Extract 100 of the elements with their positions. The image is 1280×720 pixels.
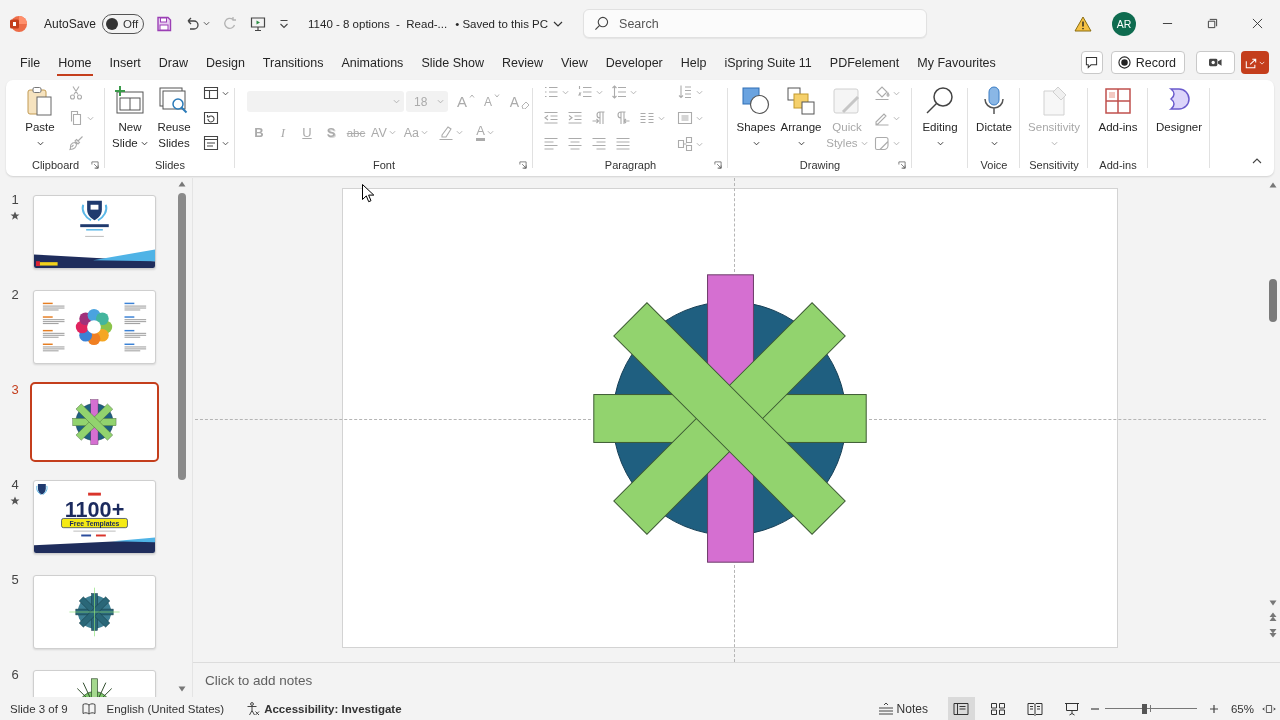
dictate-button[interactable]: Dictate (973, 85, 1015, 151)
shapes-icon (740, 85, 772, 117)
ribbon-tab[interactable]: Help (671, 49, 716, 76)
caret-icon (421, 130, 429, 135)
dialog-launcher-icon[interactable] (91, 161, 99, 169)
group-label: Drawing (799, 159, 841, 171)
highlighter-icon (438, 124, 455, 141)
restore-icon[interactable] (1207, 18, 1218, 29)
scroll-down-icon[interactable] (178, 686, 186, 692)
caret-icon[interactable] (222, 140, 229, 146)
scroll-down-icon[interactable] (1269, 600, 1277, 607)
ribbon-tab[interactable]: Review (492, 49, 552, 76)
layout-icon[interactable] (203, 85, 219, 101)
editing-button[interactable]: Editing (918, 85, 962, 151)
group-label: Slides (155, 159, 185, 171)
scrollbar-thumb[interactable] (178, 193, 186, 480)
zoom-slider-thumb[interactable] (1141, 703, 1147, 714)
share-button[interactable] (1241, 51, 1269, 74)
caret-up-icon (469, 94, 475, 98)
speech-bubble-icon (1085, 56, 1099, 69)
slide-number: 4 (11, 477, 19, 492)
notes-button[interactable]: Notes (877, 701, 928, 716)
document-title-button[interactable]: 1140 - 8 options - Read-... • Saved to this PC (308, 17, 564, 30)
ribbon-tab[interactable]: Developer (596, 49, 672, 76)
slide-thumbnail[interactable] (30, 382, 159, 462)
save-icon[interactable] (156, 15, 173, 32)
video-call-icon (1208, 56, 1223, 69)
caret-icon (393, 99, 400, 104)
record-button[interactable]: Record (1110, 51, 1185, 74)
presentation-screen-icon[interactable] (250, 15, 267, 32)
designer-button[interactable]: Designer (1151, 85, 1207, 135)
caret-down-icon (494, 94, 500, 98)
meeting-button[interactable] (1196, 51, 1235, 74)
close-icon[interactable] (1252, 18, 1263, 29)
group-label: Add-ins (1099, 159, 1137, 171)
open-book-icon[interactable] (81, 701, 96, 716)
zoom-level[interactable]: 65% (1230, 702, 1254, 715)
ribbon-tab[interactable]: iSpring Suite 11 (715, 49, 821, 76)
app-logo-icon[interactable] (9, 14, 27, 33)
eraser-icon (521, 100, 531, 109)
caret-icon[interactable] (222, 90, 229, 96)
ribbon-tab[interactable]: Design (196, 49, 254, 76)
collapse-ribbon-icon[interactable] (1252, 158, 1262, 164)
reset-icon[interactable] (203, 110, 219, 126)
ribbon-tab[interactable]: My Favourites (908, 49, 1005, 76)
caret-icon (1259, 60, 1265, 65)
ribbon-tab[interactable]: PDFelement (820, 49, 909, 76)
new-slide-button[interactable]: New Slide (109, 85, 151, 151)
crossed-bars-drawing[interactable] (592, 274, 867, 563)
new-slide-icon (114, 85, 146, 117)
ribbon-tab[interactable]: Animations (332, 49, 413, 76)
book-view-icon (1027, 701, 1044, 716)
next-slide-icon[interactable] (1269, 628, 1277, 639)
projector-screen-icon (1064, 701, 1081, 716)
grid-view-icon (990, 701, 1007, 716)
autosave-label: AutoSave (44, 16, 97, 31)
user-avatar[interactable]: AR (1112, 11, 1136, 36)
slide-number: 3 (11, 382, 19, 397)
arrange-button[interactable]: Arrange (778, 85, 824, 151)
caret-icon (437, 99, 444, 104)
scroll-up-icon[interactable] (178, 181, 186, 187)
ribbon-tab[interactable]: Insert (100, 49, 150, 76)
add-ins-button[interactable]: Add-ins (1092, 85, 1144, 135)
ribbon-tab[interactable]: View (551, 49, 597, 76)
caret-icon[interactable] (203, 21, 211, 26)
paste-button[interactable]: Paste (22, 85, 58, 151)
ribbon-tab[interactable]: File (11, 49, 50, 76)
caret-icon (456, 130, 464, 135)
warning-icon[interactable] (1074, 15, 1092, 32)
alignment-guide[interactable] (734, 565, 735, 663)
ribbon-tab[interactable]: Draw (149, 49, 197, 76)
slide-number: 5 (11, 572, 19, 587)
scrollbar-thumb[interactable] (1269, 279, 1277, 322)
normal-view-icon (953, 701, 970, 716)
ribbon-tab[interactable]: Transitions (253, 49, 333, 76)
group-label: Sensitivity (1029, 159, 1079, 171)
ribbon-tab[interactable]: Slide Show (412, 49, 493, 76)
dialog-launcher-icon[interactable] (714, 161, 722, 169)
comments-button[interactable] (1080, 51, 1103, 74)
previous-slide-icon[interactable] (1269, 612, 1277, 623)
zoom-in-icon[interactable] (1208, 703, 1219, 714)
reuse-slides-button[interactable]: Reuse Slides (153, 85, 195, 151)
section-icon[interactable] (203, 135, 219, 151)
customize-toolbar-icon[interactable] (278, 17, 291, 30)
slide-canvas[interactable] (341, 188, 1118, 649)
shapes-button[interactable]: Shapes (734, 85, 778, 151)
notes-field[interactable]: Click to add notes (193, 664, 1280, 697)
accessibility-status[interactable]: Accessibility: Investigate (264, 702, 402, 715)
dialog-launcher-icon[interactable] (519, 161, 527, 169)
search-field[interactable]: Search (583, 9, 928, 38)
dialog-launcher-icon[interactable] (898, 161, 906, 169)
scroll-up-icon[interactable] (1269, 182, 1277, 188)
normal-view-button[interactable] (947, 697, 975, 720)
grid-icon (1102, 85, 1134, 117)
caret-icon (486, 130, 494, 135)
language-indicator[interactable]: English (United States) (106, 702, 225, 715)
alignment-guide[interactable] (734, 178, 735, 272)
accessibility-icon[interactable] (246, 701, 261, 716)
caret-icon (388, 130, 396, 135)
stacked-squares-icon (785, 85, 817, 117)
